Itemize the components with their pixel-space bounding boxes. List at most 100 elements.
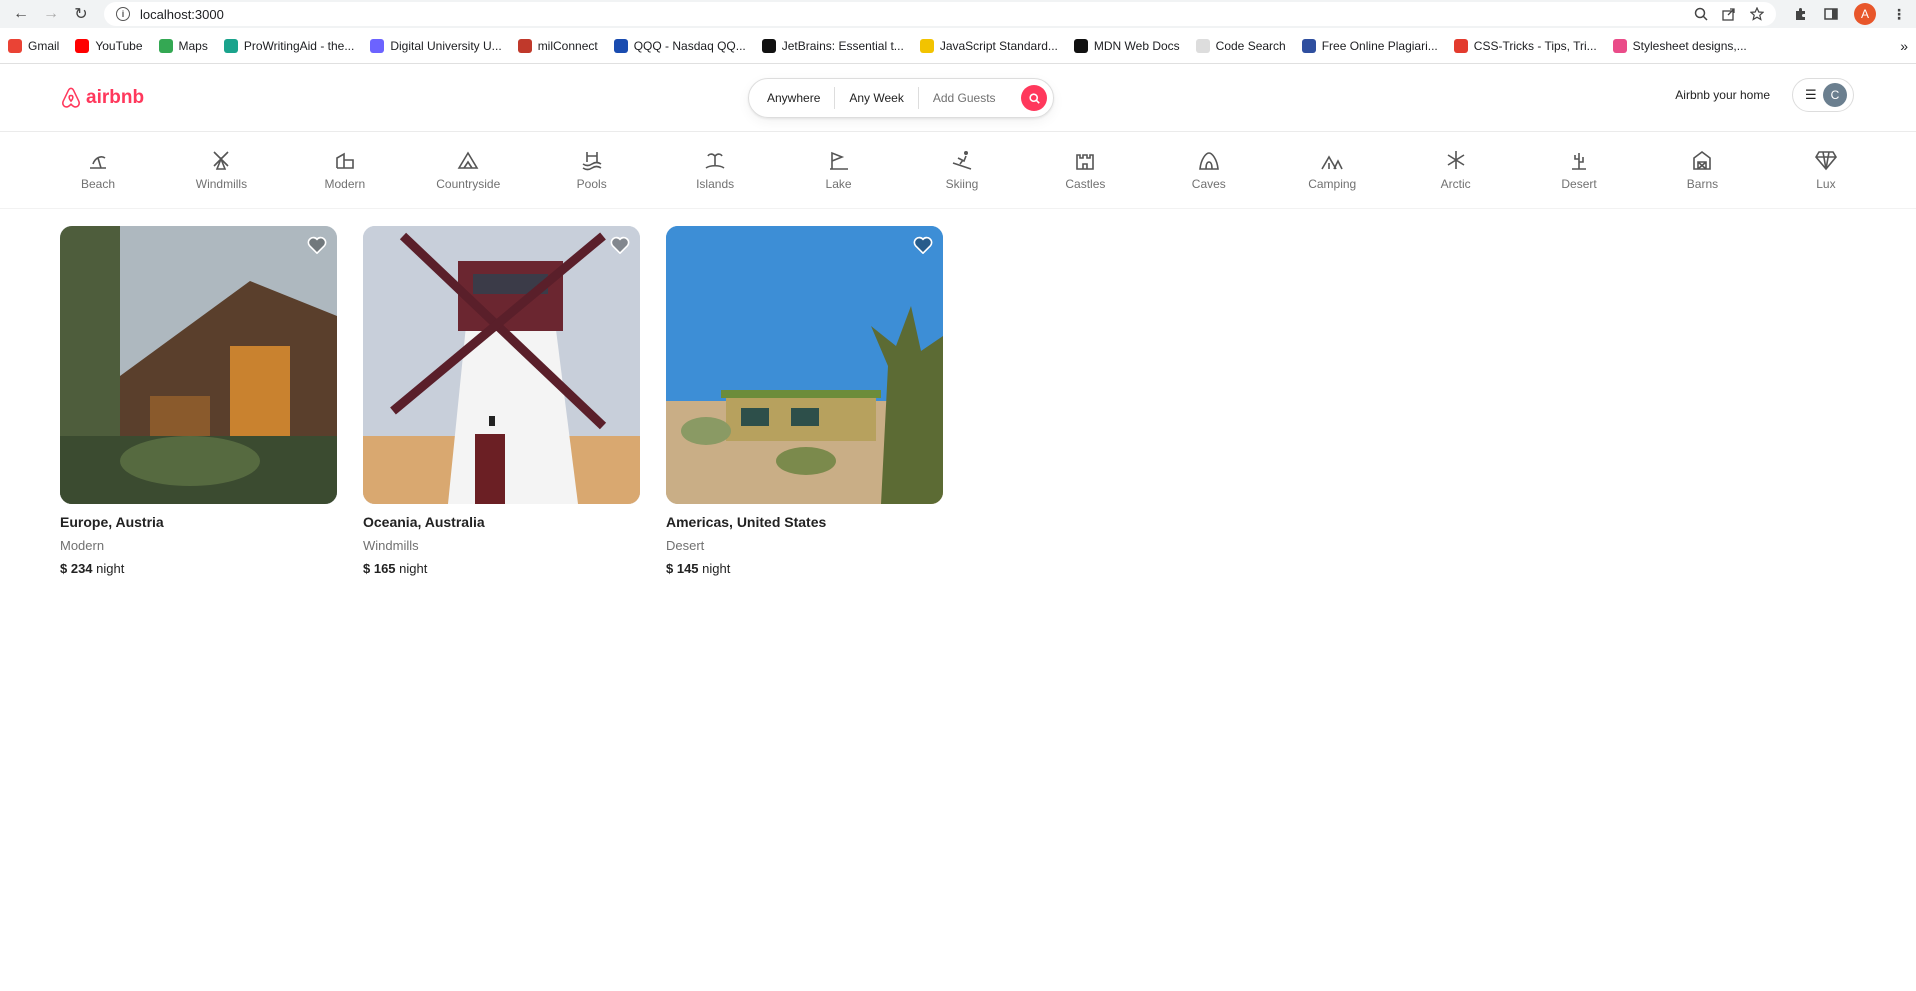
category-desert[interactable]: Desert [1549,149,1609,191]
pool-icon [582,152,602,171]
bookmark-item[interactable]: Maps [158,38,208,53]
category-islands[interactable]: Islands [685,149,745,191]
modern-icon [336,152,354,169]
bookmarks-overflow-button[interactable]: » [1900,38,1908,54]
listing-category: Modern [60,538,105,553]
bookmark-item[interactable]: ProWritingAid - the... [223,38,355,53]
side-panel-icon[interactable] [1824,7,1838,21]
bookmark-label: Free Online Plagiari... [1321,38,1438,53]
listing-photo[interactable] [60,226,337,504]
bookmark-favicon-icon [919,38,934,53]
price-value: $ 145 [666,561,699,576]
category-arctic[interactable]: Arctic [1426,149,1486,191]
category-pools[interactable]: Pools [562,149,622,191]
bookmark-label: Maps [178,38,208,53]
bookmark-item[interactable]: JavaScript Standard... [919,38,1058,53]
listing-photo[interactable] [666,226,943,504]
search-icon [1028,92,1040,104]
reload-icon[interactable]: ↻ [70,3,92,25]
category-beach[interactable]: Beach [68,149,128,191]
bookmark-favicon-icon [1453,38,1468,53]
barn-icon [1693,151,1712,170]
bookmark-favicon-icon [1073,38,1088,53]
bookmark-item[interactable]: MDN Web Docs [1073,38,1180,53]
listing-price: $ 234 night [60,561,337,576]
bookmark-item[interactable]: YouTube [75,38,143,53]
lux-icon [1814,151,1837,171]
favorite-heart-icon[interactable] [610,236,630,259]
bookmark-label: JetBrains: Essential t... [781,38,904,53]
bookmark-favicon-icon [1612,38,1627,53]
category-modern[interactable]: Modern [315,149,375,191]
bookmark-label: milConnect [537,38,598,53]
forward-icon[interactable]: → [40,3,62,25]
bookmark-label: ProWritingAid - the... [243,38,355,53]
host-link[interactable]: Airbnb your home [1675,88,1770,102]
url-text: localhost:3000 [140,6,224,22]
listing-grid: Europe, Austria Modern $ 234 night Ocean… [0,209,1916,593]
bookmark-label: Code Search [1215,38,1286,53]
back-icon[interactable]: ← [10,3,32,25]
listing-category: Windmills [363,538,419,553]
bookmark-item[interactable]: Stylesheet designs,... [1612,38,1747,53]
profile-avatar[interactable]: A [1854,3,1876,25]
bookmark-label: Gmail [28,38,60,53]
category-label: Windmills [195,177,248,191]
price-value: $ 234 [60,561,93,576]
bookmark-item[interactable]: milConnect [517,38,598,53]
bookmark-star-icon[interactable] [1750,7,1764,21]
listing-card[interactable]: Americas, United States Desert $ 145 nig… [666,226,943,576]
add-guests-button[interactable]: Add Guests [919,91,1010,105]
bookmark-item[interactable]: Code Search [1195,38,1286,53]
anywhere-button[interactable]: Anywhere [767,91,834,105]
listing-card[interactable]: Europe, Austria Modern $ 234 night [60,226,337,576]
bookmark-label: MDN Web Docs [1093,38,1180,53]
bookmark-item[interactable]: Digital University U... [370,38,502,53]
any-week-button[interactable]: Any Week [835,91,917,105]
hamburger-icon: ☰ [1805,87,1817,102]
category-barns[interactable]: Barns [1672,149,1732,191]
bookmark-favicon-icon [761,38,776,53]
desert-house-photo [666,226,943,504]
bookmark-item[interactable]: Free Online Plagiari... [1301,38,1438,53]
windmill-photo [363,226,640,504]
category-skiing[interactable]: Skiing [932,149,992,191]
category-windmills[interactable]: Windmills [191,149,251,191]
category-countryside[interactable]: Countryside [436,149,501,191]
search-button[interactable] [1021,85,1047,111]
category-camping[interactable]: Camping [1302,149,1362,191]
user-menu-button[interactable]: ☰ C [1792,78,1854,112]
airbnb-logo-icon [62,87,80,108]
extensions-icon[interactable] [1794,7,1808,21]
category-castles[interactable]: Castles [1055,149,1115,191]
category-lake[interactable]: Lake [809,149,869,191]
share-icon[interactable] [1722,7,1736,21]
site-info-icon[interactable]: i [116,7,130,21]
category-label: Countryside [436,177,501,191]
bookmark-item[interactable]: JetBrains: Essential t... [761,38,904,53]
bookmark-label: YouTube [95,38,143,53]
search-bar[interactable]: Anywhere Any Week Add Guests [748,78,1054,118]
camping-icon [1321,155,1343,170]
category-label: Caves [1191,177,1226,191]
address-bar[interactable]: i localhost:3000 [104,2,1776,26]
airbnb-logo-text: airbnb [86,86,145,108]
modern-house-photo [60,226,337,504]
price-unit: night [399,561,428,576]
listing-photo[interactable] [363,226,640,504]
category-caves[interactable]: Caves [1179,149,1239,191]
favorite-heart-icon[interactable] [307,236,327,259]
airbnb-logo[interactable]: airbnb [60,86,144,110]
category-lux[interactable]: Lux [1796,149,1856,191]
bookmark-item[interactable]: Gmail [8,38,60,53]
bookmark-label: Stylesheet designs,... [1632,38,1747,53]
zoom-icon[interactable] [1694,7,1708,21]
listing-card[interactable]: Oceania, Australia Windmills $ 165 night [363,226,640,576]
chrome-menu-icon[interactable]: ⋮ [1892,6,1906,23]
app-header: airbnb Anywhere Any Week Add Guests Airb… [0,64,1916,132]
favorite-heart-icon[interactable] [913,236,933,259]
beach-icon [90,156,106,169]
listing-location: Oceania, Australia [363,514,485,530]
bookmark-item[interactable]: QQQ - Nasdaq QQ... [613,38,746,53]
bookmark-item[interactable]: CSS-Tricks - Tips, Tri... [1453,38,1597,53]
